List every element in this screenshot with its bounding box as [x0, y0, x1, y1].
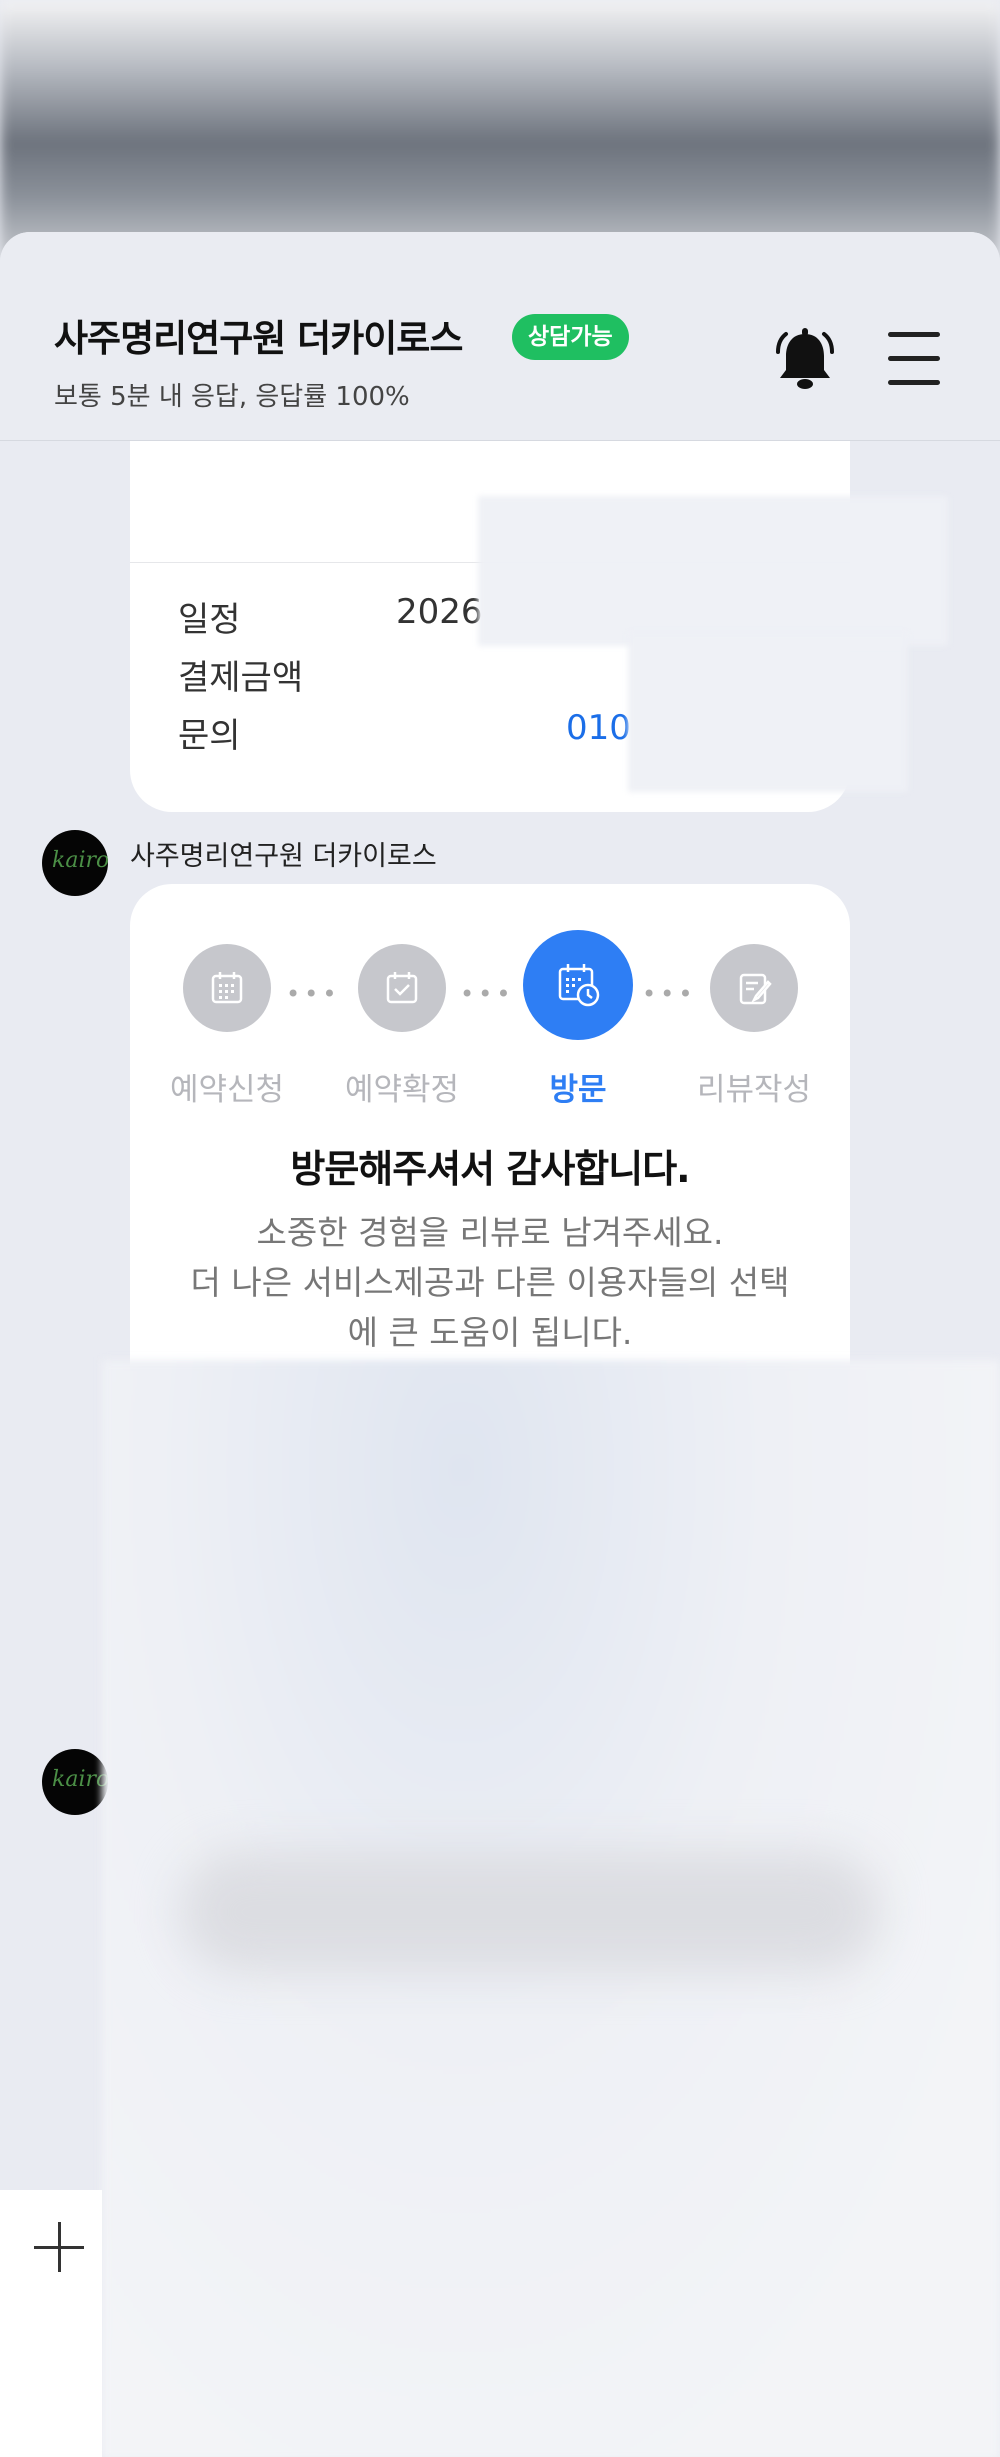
review-message-description: 소중한 경험을 리뷰로 남겨주세요. 더 나은 서비스제공과 다른 이용자들의 …	[170, 1208, 810, 1358]
attach-plus-button[interactable]	[34, 2222, 84, 2272]
review-request-card: ••• ••• ••• 예약신청 예약확정 방문 리뷰작성 방문해주셔서 감사합…	[130, 884, 850, 1424]
status-badge: 상담가능	[512, 314, 629, 360]
step-write-review	[710, 944, 798, 1032]
sender-avatar[interactable]: kairo	[42, 830, 108, 896]
description-line: 소중한 경험을 리뷰로 남겨주세요.	[256, 1213, 724, 1252]
schedule-label: 일정	[178, 600, 241, 640]
step-reservation-confirmed	[358, 944, 446, 1032]
description-line: 더 나은 서비스제공과 다른 이용자들의 선택	[190, 1263, 790, 1302]
notification-bell-button[interactable]	[772, 326, 838, 396]
response-info: 보통 5분 내 응답, 응답률 100%	[54, 382, 410, 412]
blurred-message-bubble	[180, 1852, 880, 1972]
payment-label: 결제금액	[178, 658, 304, 698]
step-visit	[523, 930, 633, 1040]
menu-line	[888, 332, 940, 337]
step-label-request: 예약신청	[169, 1072, 285, 1108]
redacted-area	[478, 496, 948, 646]
step-reservation-request	[183, 944, 271, 1032]
menu-line	[888, 356, 940, 361]
bell-icon	[776, 328, 834, 389]
chat-title: 사주명리연구원 더카이로스	[54, 317, 463, 360]
chat-header: 사주명리연구원 더카이로스 상담가능 보통 5분 내 응답, 응답률 100%	[0, 232, 1000, 441]
step-connector: •••	[460, 980, 515, 1008]
review-message-title: 방문해주셔서 감사합니다.	[290, 1147, 690, 1191]
menu-button[interactable]	[888, 332, 942, 385]
sender-avatar[interactable]: kairo	[42, 1749, 108, 1815]
step-connector: •••	[642, 980, 697, 1008]
calendar-grid-icon	[211, 972, 243, 1004]
calendar-check-icon	[386, 972, 418, 1004]
inquiry-phone-link[interactable]: 010	[566, 708, 631, 748]
menu-line	[888, 380, 940, 385]
step-label-visit: 방문	[549, 1072, 607, 1108]
redacted-area	[628, 632, 908, 792]
step-connector: •••	[286, 980, 341, 1008]
step-label-confirmed: 예약확정	[344, 1072, 460, 1108]
description-line: 에 큰 도움이 됩니다.	[347, 1313, 633, 1352]
blurred-background-app	[0, 0, 1000, 260]
step-label-review: 리뷰작성	[696, 1072, 812, 1108]
calendar-clock-icon	[558, 964, 600, 1007]
chat-sheet: 일정 2026 결제금액 문의 010 kairo 사주명리연구원 더카이로스 …	[0, 232, 1000, 2457]
sender-name: 사주명리연구원 더카이로스	[130, 841, 437, 872]
inquiry-label: 문의	[178, 716, 241, 756]
edit-note-icon	[739, 973, 772, 1005]
schedule-value: 2026	[396, 592, 483, 632]
